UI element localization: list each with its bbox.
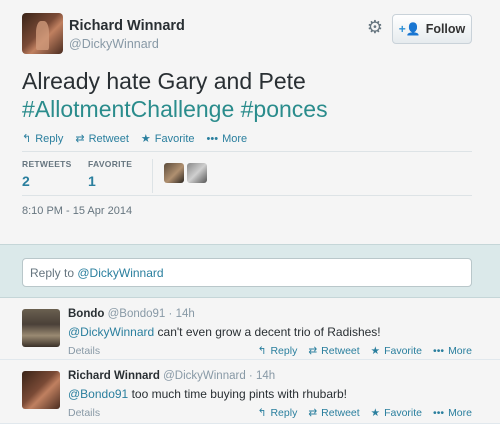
retweet-action[interactable]: ⇄ Retweet [308,345,359,357]
tweet-text: Already hate Gary and Pete #AllotmentCha… [22,67,492,123]
retweet-icon: ⇄ [75,133,85,145]
retweet-action[interactable]: ⇄ Retweet [308,407,359,419]
mention-link[interactable]: @DickyWinnard [68,325,154,339]
hashtag-link[interactable]: #ponces [241,96,328,122]
star-icon: ★ [370,407,381,419]
reply-input[interactable]: Reply to @DickyWinnard [22,258,472,287]
favorite-action[interactable]: ★ Favorite [140,132,195,146]
retweet-icon: ⇄ [308,407,318,419]
retweets-count: 2 [22,173,30,189]
avatar[interactable] [164,163,184,183]
reply-action[interactable]: ↰ Reply [258,407,298,419]
favorite-action[interactable]: ★ Favorite [371,407,422,419]
add-user-icon: +👤 [398,22,421,36]
reply-tweet[interactable]: Bondo @Bondo91 · 14h @DickyWinnard can't… [0,298,500,360]
avatar[interactable] [22,309,60,347]
gear-icon[interactable]: ⚙ [365,17,385,37]
reply-arrow-icon: ↰ [257,407,267,419]
ellipsis-icon: ••• [206,132,219,145]
stats-separator [152,159,153,193]
follow-button[interactable]: +👤 Follow [392,14,472,44]
author-handle[interactable]: @DickyWinnard [69,37,159,51]
reply-text: @DickyWinnard can't even grow a decent t… [68,325,381,339]
retweet-action[interactable]: ⇄ Retweet [75,132,129,146]
avatar[interactable] [22,13,63,54]
reply-time[interactable]: · 14h [169,308,195,320]
favorite-action[interactable]: ★ Favorite [371,345,422,357]
reply-header: Bondo @Bondo91 · 14h [68,308,195,320]
details-link[interactable]: Details [68,407,100,419]
ellipsis-icon: ••• [433,345,445,357]
more-action[interactable]: ••• More [433,407,472,419]
more-action[interactable]: ••• More [207,132,248,145]
reply-author-handle[interactable]: @Bondo91 [108,308,166,320]
reply-actions: ↰ Reply ⇄ Retweet ★ Favorite ••• More [258,407,472,419]
reply-author-handle[interactable]: @DickyWinnard [163,370,246,382]
favorites-stat[interactable]: FAVORITE 1 [88,159,132,189]
favorites-count: 1 [88,173,96,189]
favoriter-avatars [164,163,207,183]
retweet-icon: ⇄ [308,345,318,357]
retweets-stat[interactable]: RETWEETS 2 [22,159,72,189]
reply-time[interactable]: · 14h [249,370,275,382]
mention-link[interactable]: @Bondo91 [68,387,128,401]
reply-arrow-icon: ↰ [22,133,32,145]
reply-text: @Bondo91 too much time buying pints with… [68,387,348,401]
hashtag-link[interactable]: #AllotmentChallenge [22,96,234,122]
tweet-timestamp[interactable]: 8:10 PM - 15 Apr 2014 [22,205,132,217]
reply-actions: ↰ Reply ⇄ Retweet ★ Favorite ••• More [258,345,472,357]
reply-area: Reply to @DickyWinnard [0,244,500,298]
more-action[interactable]: ••• More [433,345,472,357]
avatar[interactable] [187,163,207,183]
main-tweet: Richard Winnard @DickyWinnard ⚙ +👤 Follo… [0,0,500,244]
author-name[interactable]: Richard Winnard [69,18,185,34]
follow-label: Follow [425,22,466,36]
reply-author-name[interactable]: Richard Winnard [68,370,160,382]
tweet-text-line: Already hate Gary and Pete [22,68,306,94]
star-icon: ★ [140,133,151,145]
divider [22,151,472,152]
divider [22,195,472,196]
reply-author-name[interactable]: Bondo [68,308,104,320]
reply-mention: @DickyWinnard [77,266,164,280]
reply-tweet[interactable]: Richard Winnard @DickyWinnard · 14h @Bon… [0,360,500,424]
reply-arrow-icon: ↰ [257,345,267,357]
star-icon: ★ [370,345,381,357]
reply-action[interactable]: ↰ Reply [258,345,298,357]
reply-action[interactable]: ↰ Reply [22,132,63,146]
tweet-actions: ↰ Reply ⇄ Retweet ★ Favorite ••• More [22,132,248,146]
ellipsis-icon: ••• [433,407,445,419]
details-link[interactable]: Details [68,345,100,357]
avatar[interactable] [22,371,60,409]
reply-header: Richard Winnard @DickyWinnard · 14h [68,370,275,382]
